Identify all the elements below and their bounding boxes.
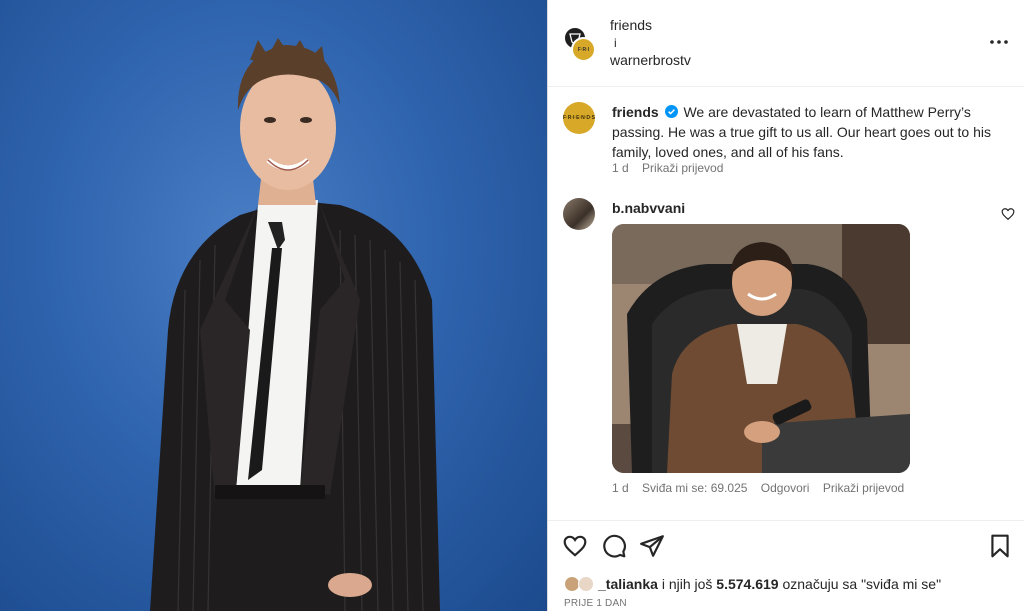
friends-avatar: F·R·I (571, 37, 596, 62)
likes-middle-text: i njih još (657, 576, 717, 592)
caption-meta: 1 d Prikaži prijevod (612, 161, 733, 175)
caption-time[interactable]: 1 d (612, 161, 629, 175)
more-horizontal-icon[interactable] (989, 34, 1009, 50)
likes-summary: _talianka i njih još 5.574.619 označuju … (564, 574, 941, 594)
heart-icon[interactable] (562, 533, 588, 559)
send-icon[interactable] (639, 533, 665, 559)
post-header: F·R·I friends i warnerbrostv (548, 0, 1024, 87)
liker-username[interactable]: _talianka (598, 576, 658, 592)
caption-translate-link[interactable]: Prikaži prijevod (642, 161, 723, 175)
comment-header: b.nabvvani (612, 198, 1012, 218)
header-separator: i (614, 36, 617, 50)
likes-count[interactable]: 5.574.619 (716, 576, 778, 592)
likes-suffix-text: označuju sa "sviđa mi se" (778, 576, 942, 592)
comment-time[interactable]: 1 d (612, 481, 629, 495)
caption-text: friends We are devastated to learn of Ma… (612, 102, 1012, 162)
verified-badge-icon (664, 105, 678, 118)
post-sidebar: F·R·I friends i warnerbrostv F·R·I·E·N·D… (547, 0, 1024, 611)
comment-username[interactable]: b.nabvvani (612, 200, 685, 216)
comment-icon[interactable] (601, 533, 627, 559)
comment-meta: 1 d Sviđa mi se: 69.025 Odgovori Prikaži… (612, 481, 914, 495)
comment-like-icon[interactable] (1001, 207, 1015, 221)
comment-translate-link[interactable]: Prikaži prijevod (823, 481, 904, 495)
comment-likes-count[interactable]: Sviđa mi se: 69.025 (642, 481, 747, 495)
header-username-warnerbrostv[interactable]: warnerbrostv (610, 52, 691, 68)
gif-illustration (612, 224, 910, 473)
collab-avatars[interactable]: F·R·I (563, 26, 597, 62)
liker-avatar-2 (578, 576, 594, 592)
header-username-friends[interactable]: friends (610, 17, 652, 33)
comment-reply-link[interactable]: Odgovori (761, 481, 810, 495)
comment-avatar[interactable] (563, 198, 595, 230)
post-image[interactable] (0, 0, 547, 611)
caption-username[interactable]: friends (612, 104, 659, 120)
caption-avatar[interactable]: F·R·I·E·N·D·S (563, 102, 595, 134)
post-actions: _talianka i njih još 5.574.619 označuju … (548, 520, 1024, 611)
portrait-illustration (150, 38, 440, 611)
post-timestamp[interactable]: PRIJE 1 DAN (564, 598, 627, 609)
comment-gif[interactable] (612, 224, 910, 473)
bookmark-icon[interactable] (987, 533, 1013, 559)
